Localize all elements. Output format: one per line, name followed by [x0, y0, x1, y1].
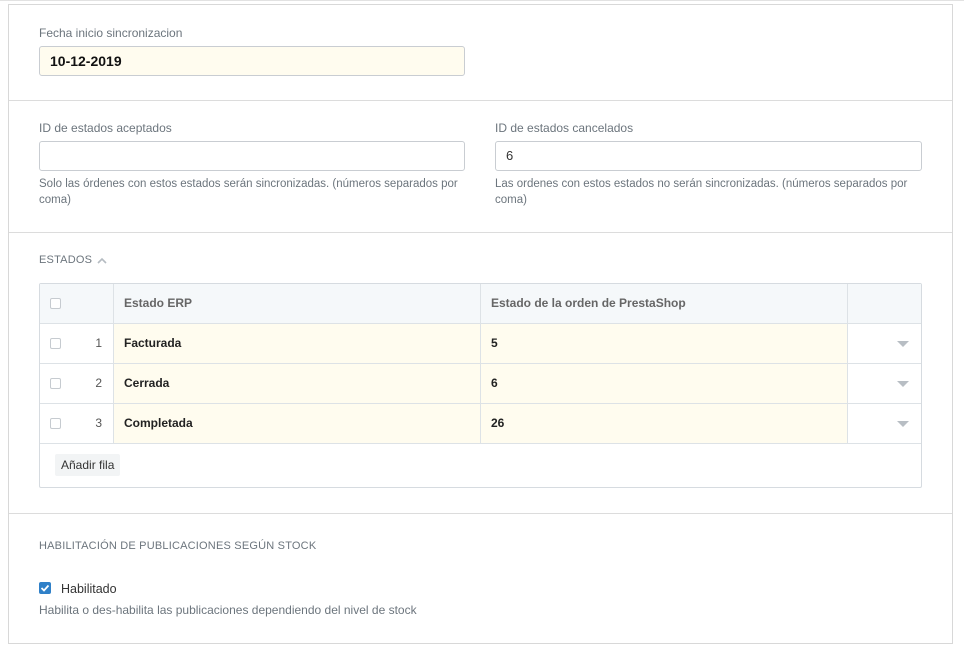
estados-section: ESTADOS Estado ERP Estado de la orden de… — [9, 233, 952, 514]
cancelled-states-field[interactable]: 6 — [495, 141, 922, 171]
enabled-label[interactable]: Habilitado — [61, 582, 117, 596]
column-header-actions — [847, 284, 921, 323]
cancelled-states-help: Las ordenes con estos estados no serán s… — [495, 178, 908, 206]
table-row: 1 Facturada 5 — [40, 324, 921, 364]
estado-erp-cell[interactable]: Completada — [113, 404, 480, 443]
row-checkbox[interactable] — [50, 378, 61, 389]
row-menu-caret-icon[interactable] — [897, 381, 909, 387]
estados-table: Estado ERP Estado de la orden de PrestaS… — [39, 283, 922, 488]
estado-erp-cell[interactable]: Cerrada — [113, 364, 480, 403]
row-number: 3 — [95, 416, 102, 430]
estado-erp-cell[interactable]: Facturada — [113, 324, 480, 363]
cancelled-states-label: ID de estados cancelados — [495, 121, 634, 135]
row-menu-caret-icon[interactable] — [897, 421, 909, 427]
top-border — [0, 0, 964, 1]
row-number: 1 — [95, 336, 102, 350]
row-checkbox[interactable] — [50, 418, 61, 429]
stock-title: HABILITACIÓN DE PUBLICACIONES SEGÚN STOC… — [39, 540, 317, 552]
table-row: 2 Cerrada 6 — [40, 364, 921, 404]
sync-date-section: Fecha inicio sincronizacion 10-12-2019 — [9, 5, 952, 101]
stock-section: HABILITACIÓN DE PUBLICACIONES SEGÚN STOC… — [9, 514, 952, 643]
state-ids-section: ID de estados aceptados Solo las órdenes… — [9, 101, 952, 233]
accepted-states-label: ID de estados aceptados — [39, 121, 172, 135]
stock-help: Habilita o des-habilita las publicacione… — [39, 603, 417, 617]
row-menu-caret-icon[interactable] — [897, 341, 909, 347]
accepted-states-help: Solo las órdenes con estos estados serán… — [39, 178, 458, 206]
row-checkbox[interactable] — [50, 338, 61, 349]
table-header: Estado ERP Estado de la orden de PrestaS… — [40, 284, 921, 324]
column-header-estado-prestashop: Estado de la orden de PrestaShop — [480, 284, 847, 323]
checkmark-icon — [40, 584, 50, 592]
column-header-estado-erp: Estado ERP — [113, 284, 480, 323]
estado-prestashop-cell[interactable]: 6 — [480, 364, 847, 403]
add-row-button[interactable]: Añadir fila — [55, 454, 121, 476]
estados-title: ESTADOS — [39, 254, 93, 266]
select-all-checkbox[interactable] — [50, 298, 61, 309]
chevron-up-icon[interactable] — [97, 257, 107, 264]
start-date-label: Fecha inicio sincronizacion — [39, 26, 183, 40]
estado-prestashop-cell[interactable]: 5 — [480, 324, 847, 363]
settings-panel: Fecha inicio sincronizacion 10-12-2019 I… — [8, 4, 953, 644]
accepted-states-field[interactable] — [39, 141, 465, 171]
row-actions-cell — [847, 404, 921, 443]
row-number: 2 — [95, 376, 102, 390]
row-actions-cell — [847, 324, 921, 363]
enabled-checkbox[interactable] — [39, 582, 51, 594]
start-date-field[interactable]: 10-12-2019 — [39, 46, 465, 76]
table-row: 3 Completada 26 — [40, 404, 921, 444]
row-actions-cell — [847, 364, 921, 403]
estado-prestashop-cell[interactable]: 26 — [480, 404, 847, 443]
